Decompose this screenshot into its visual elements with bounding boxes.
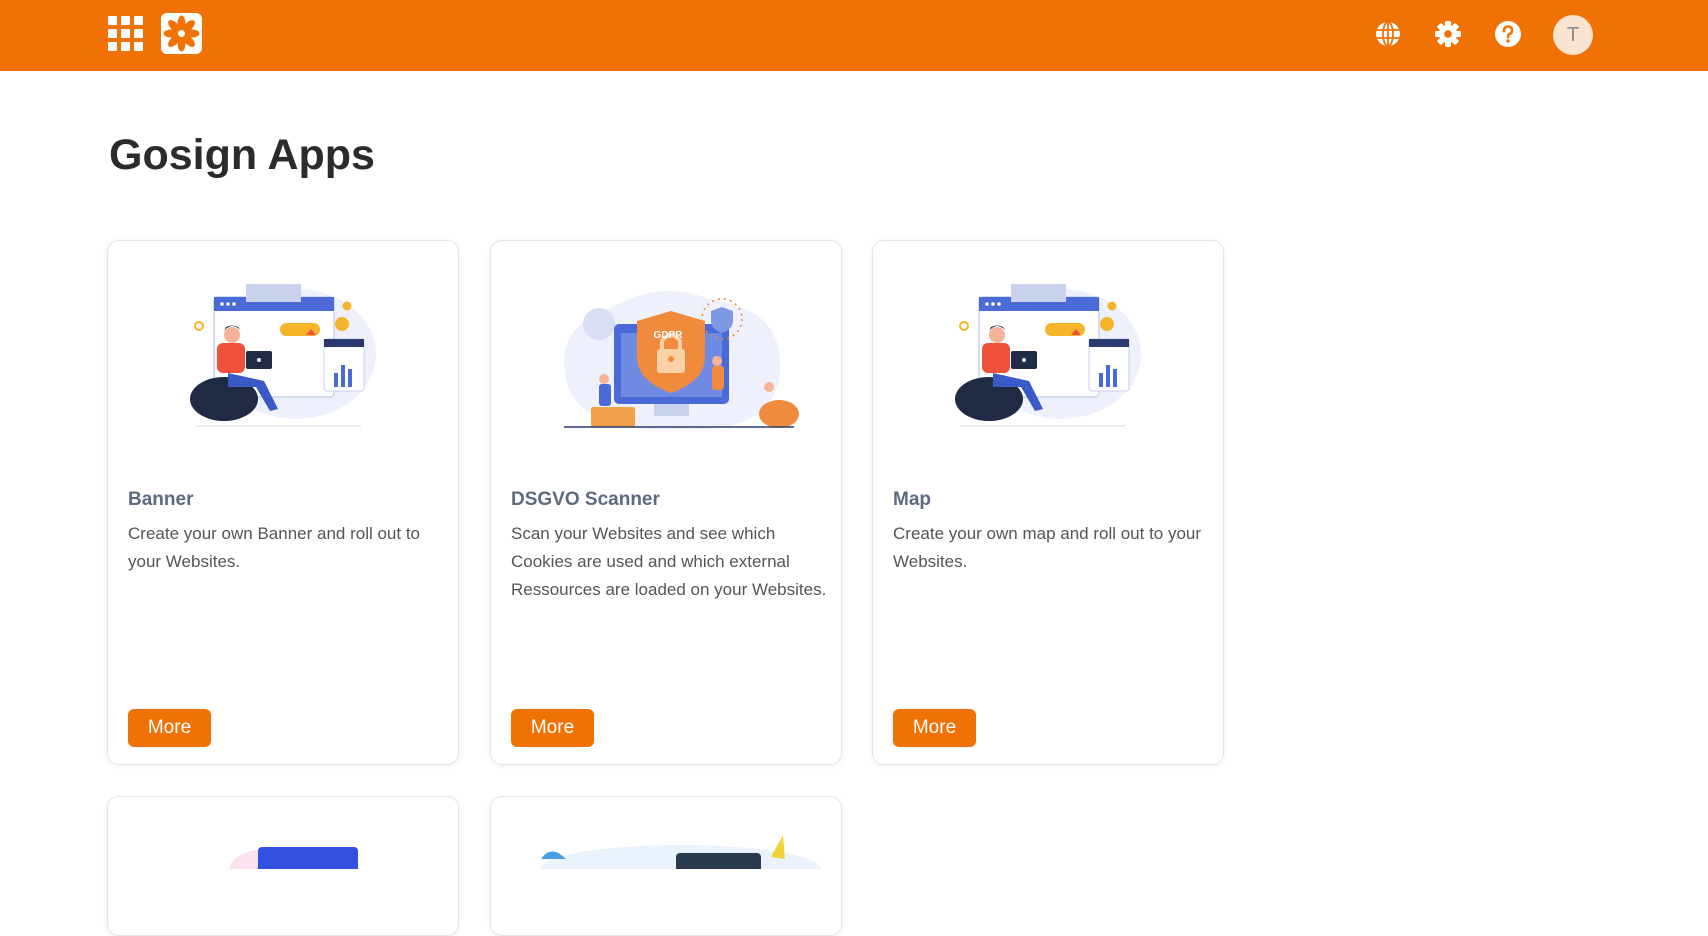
- card-title: Map: [893, 489, 931, 510]
- gear-icon[interactable]: [1434, 20, 1462, 48]
- more-button[interactable]: More: [128, 709, 211, 747]
- globe-icon[interactable]: [1374, 20, 1402, 48]
- card-description: Create your own map and roll out to your…: [893, 524, 1202, 571]
- more-button[interactable]: More: [511, 709, 594, 747]
- gdpr-badge: GDPR: [653, 330, 683, 341]
- app-card-dsgvo-scanner: GDPR DSGVO Scanner Scan your Websites an…: [490, 240, 842, 765]
- card-description: Scan your Websites and see which Cookies…: [511, 524, 827, 599]
- app-card-map: Map Create your own map and roll out to …: [872, 240, 1224, 765]
- apps-grid-icon[interactable]: [108, 16, 144, 52]
- map-illustration: [955, 284, 1141, 427]
- more-button[interactable]: More: [893, 709, 976, 747]
- app-card-partial: [107, 796, 459, 936]
- card-illustration-partial: [541, 835, 821, 869]
- page-title: Gosign Apps: [109, 131, 375, 179]
- card-illustration-partial: [230, 847, 358, 869]
- top-bar: T: [0, 0, 1708, 71]
- flower-logo-icon[interactable]: [161, 13, 202, 54]
- card-title: DSGVO Scanner: [511, 489, 660, 510]
- banner-illustration: [190, 284, 376, 427]
- user-avatar[interactable]: T: [1553, 15, 1593, 55]
- card-title: Banner: [128, 489, 194, 510]
- gdpr-illustration: [564, 291, 799, 430]
- help-question-icon[interactable]: [1494, 20, 1522, 48]
- card-description: Create your own Banner and roll out to y…: [128, 524, 421, 571]
- app-card-banner: Banner Create your own Banner and roll o…: [107, 240, 459, 765]
- app-card-partial: [490, 796, 842, 936]
